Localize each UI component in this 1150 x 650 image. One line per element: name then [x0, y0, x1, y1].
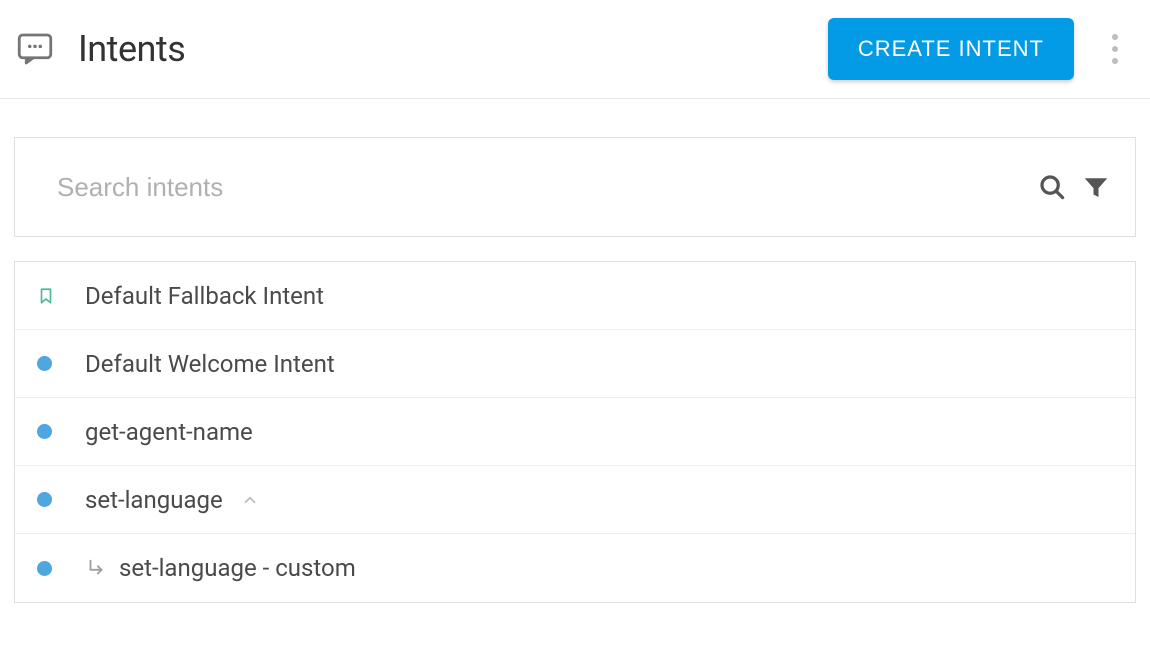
- intent-row-set-language-custom[interactable]: set-language - custom: [15, 534, 1135, 602]
- intent-row-set-language[interactable]: set-language: [15, 466, 1135, 534]
- more-menu-icon[interactable]: [1100, 26, 1130, 72]
- dot-icon: [37, 424, 71, 439]
- intent-row-default-fallback[interactable]: Default Fallback Intent: [15, 262, 1135, 330]
- dot-icon: [37, 492, 71, 507]
- search-actions: [1037, 172, 1111, 202]
- intents-list: Default Fallback Intent Default Welcome …: [14, 261, 1136, 603]
- filter-icon[interactable]: [1081, 172, 1111, 202]
- intent-label: set-language - custom: [119, 554, 356, 582]
- intent-label: get-agent-name: [85, 418, 253, 446]
- page-header: Intents CREATE INTENT: [0, 0, 1150, 99]
- bookmark-icon: [37, 285, 71, 307]
- create-intent-button[interactable]: CREATE INTENT: [828, 18, 1074, 80]
- header-left: Intents: [14, 28, 185, 70]
- subdirectory-arrow-icon: [85, 557, 107, 579]
- search-icon[interactable]: [1037, 172, 1067, 202]
- search-bar: [14, 137, 1136, 237]
- dot-icon: [37, 356, 71, 371]
- search-input[interactable]: [55, 171, 1037, 204]
- intent-label: set-language: [85, 486, 223, 514]
- content-area: Default Fallback Intent Default Welcome …: [0, 99, 1150, 603]
- dot-icon: [37, 561, 71, 576]
- intent-label: Default Welcome Intent: [85, 350, 335, 378]
- intent-label: Default Fallback Intent: [85, 282, 324, 310]
- chevron-up-icon[interactable]: [241, 491, 259, 509]
- intent-row-get-agent-name[interactable]: get-agent-name: [15, 398, 1135, 466]
- intent-row-default-welcome[interactable]: Default Welcome Intent: [15, 330, 1135, 398]
- page-title: Intents: [78, 28, 185, 70]
- intents-icon: [14, 28, 56, 70]
